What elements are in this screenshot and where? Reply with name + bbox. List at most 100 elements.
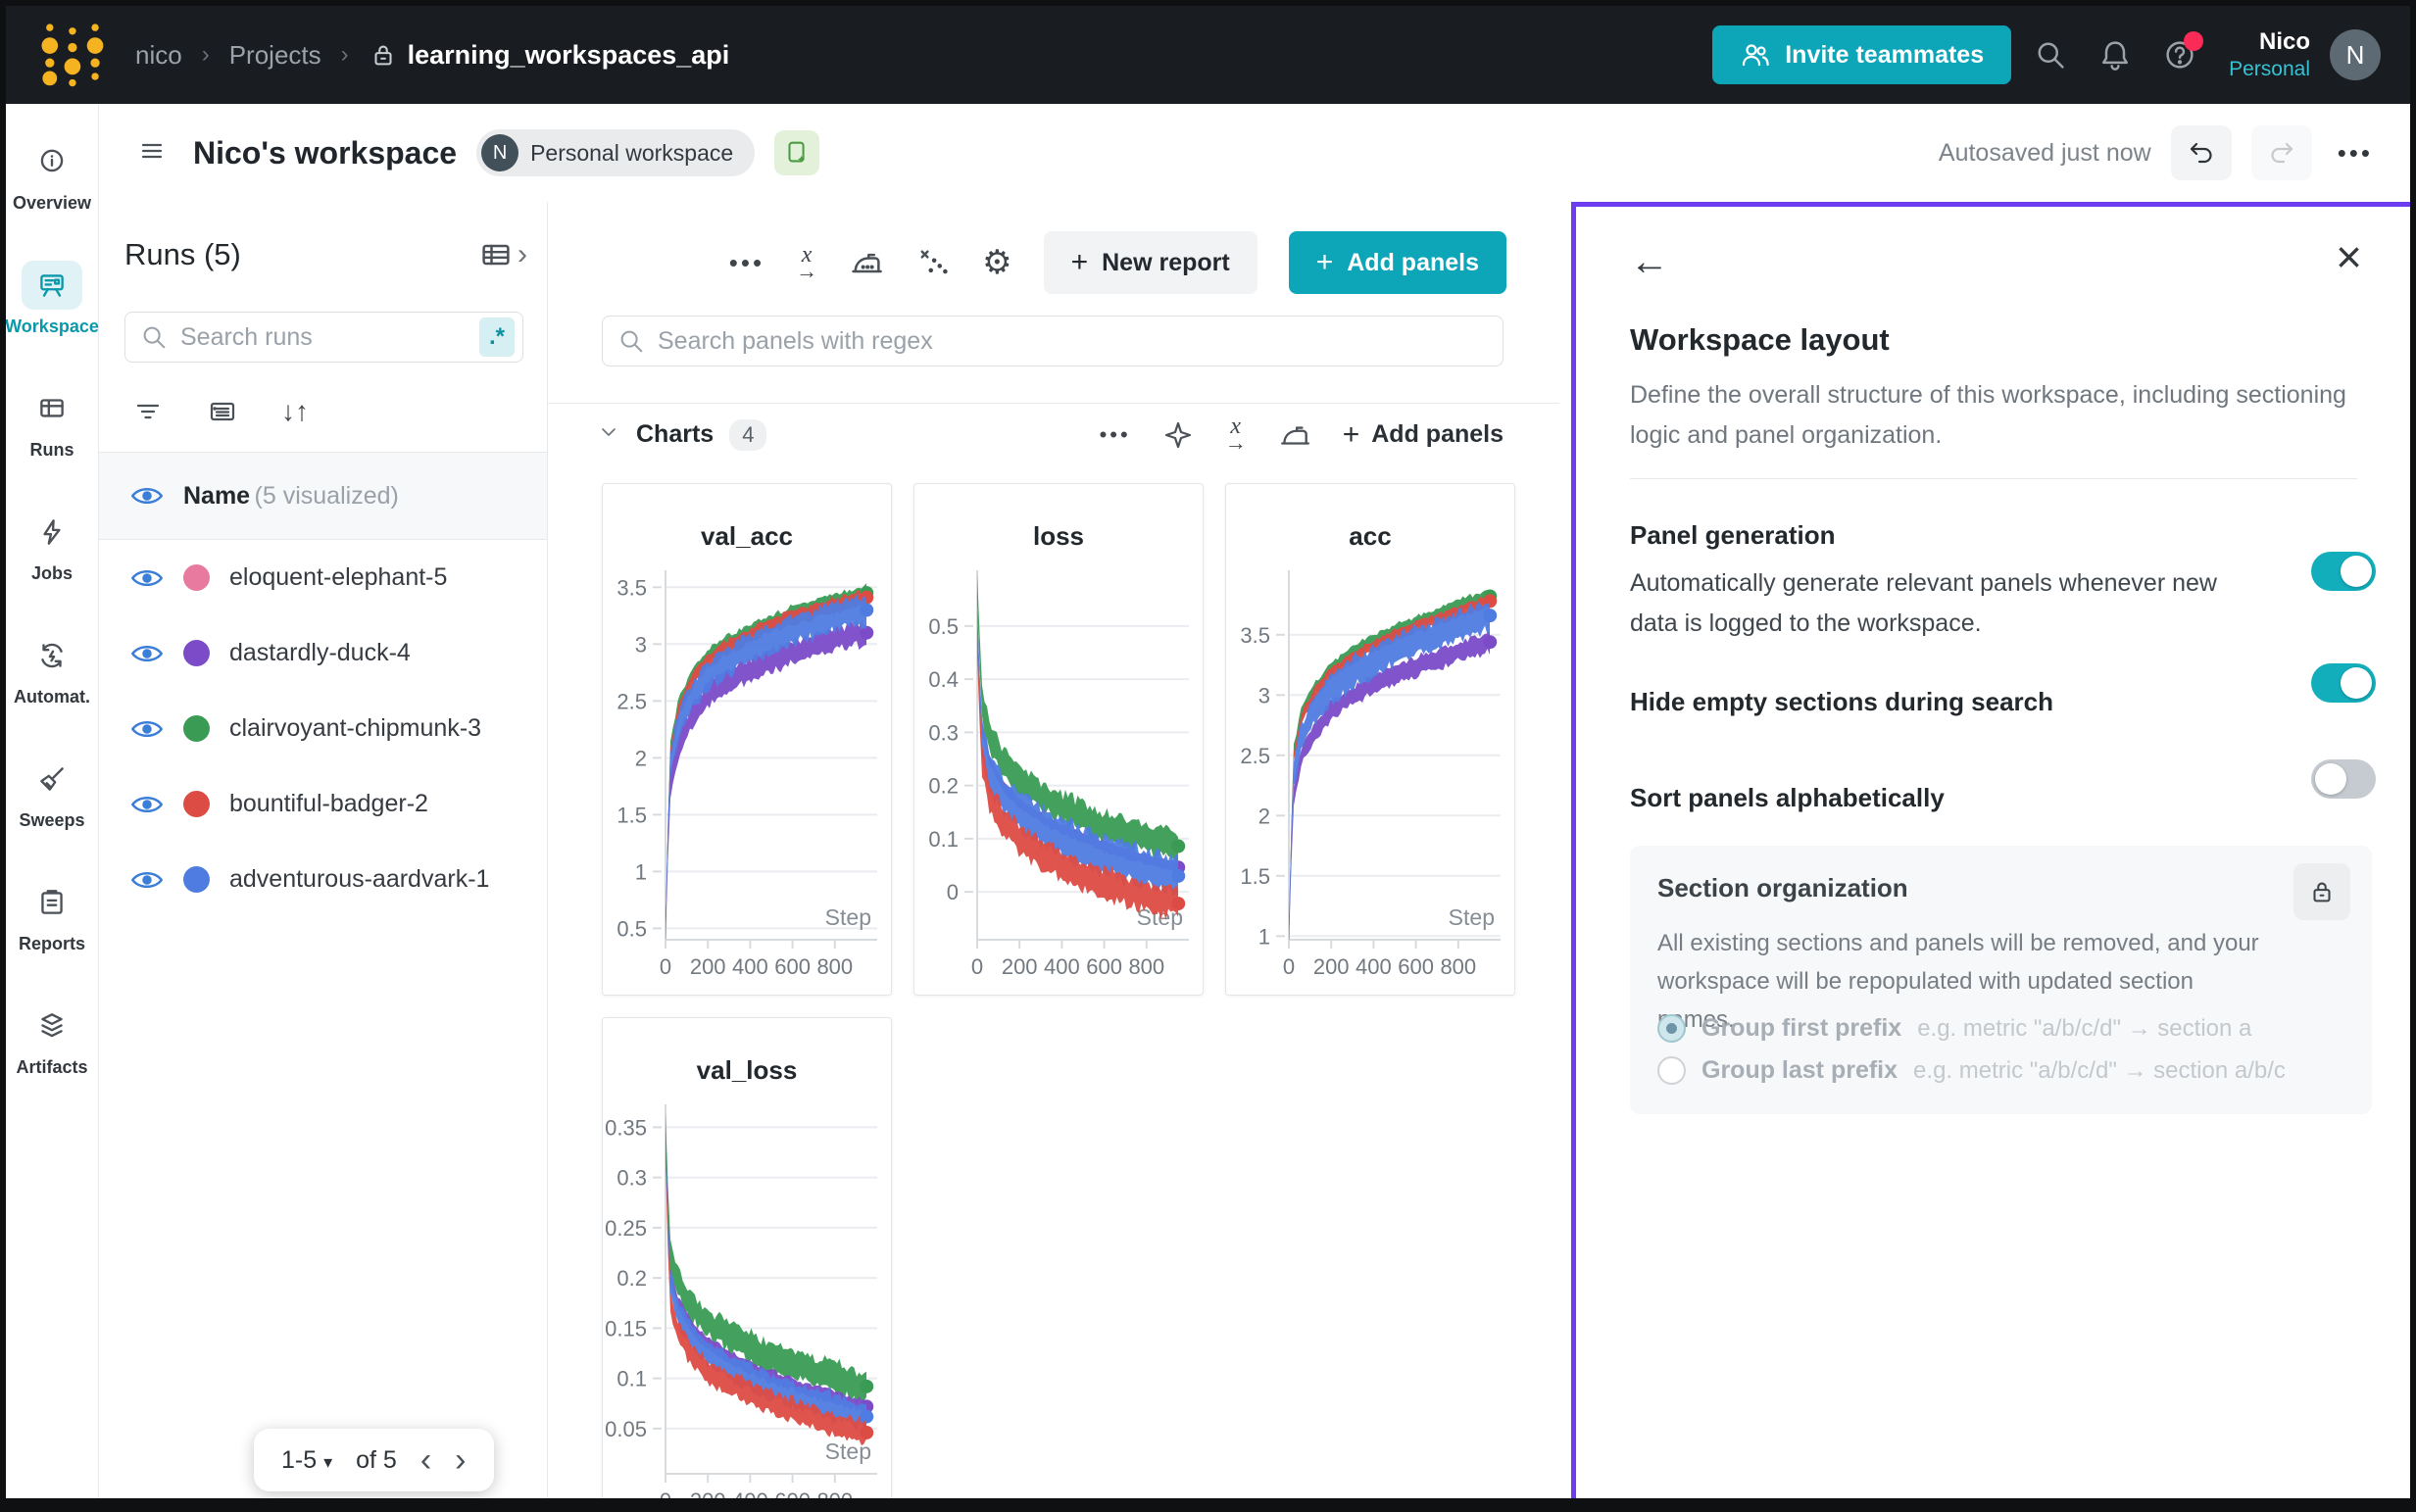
run-row[interactable]: eloquent-elephant-5	[99, 540, 547, 615]
visibility-eye-icon[interactable]	[130, 867, 164, 893]
new-report-button[interactable]: + New report	[1044, 231, 1257, 294]
svg-text:val_acc: val_acc	[701, 521, 793, 551]
notification-badge	[2184, 31, 2203, 51]
section-add-panels-button[interactable]: + Add panels	[1343, 420, 1504, 450]
lock-button[interactable]	[2293, 863, 2350, 920]
next-page-button[interactable]: ›	[455, 1443, 466, 1477]
charts-main-area: ••• x→ ⚙ + New report + Add panels	[548, 202, 1559, 1498]
wandb-logo-icon[interactable]	[35, 17, 108, 94]
invite-teammates-button[interactable]: Invite teammates	[1712, 25, 2011, 84]
collapse-section-icon[interactable]	[597, 420, 620, 449]
radio-icon[interactable]	[1657, 1056, 1686, 1085]
hide-empty-sections-toggle[interactable]	[2311, 663, 2376, 703]
svg-text:800: 800	[816, 954, 853, 979]
svg-text:800: 800	[1128, 954, 1164, 979]
radio-icon[interactable]	[1657, 1014, 1686, 1043]
visibility-eye-icon[interactable]	[130, 641, 164, 666]
page-total: of 5	[356, 1446, 397, 1475]
sidebar-item-artifacts[interactable]: Artifacts	[6, 1001, 98, 1078]
section-name[interactable]: Charts	[636, 420, 714, 449]
svg-text:200: 200	[1002, 954, 1038, 979]
visibility-eye-icon[interactable]	[130, 483, 164, 509]
prev-page-button[interactable]: ‹	[420, 1443, 431, 1477]
x-axis-settings-icon[interactable]: x→	[796, 246, 817, 280]
sort-panels-toggle[interactable]	[2311, 759, 2376, 799]
group-first-prefix-option[interactable]: Group first prefix e.g. metric "a/b/c/d"…	[1657, 1014, 2251, 1043]
run-row[interactable]: adventurous-aardvark-1	[99, 842, 547, 917]
sidebar-item-jobs[interactable]: Jobs	[6, 508, 98, 584]
back-arrow-icon[interactable]: ←	[1630, 242, 1669, 281]
toolbar-overflow-icon[interactable]: •••	[729, 248, 764, 278]
run-row[interactable]: bountiful-badger-2	[99, 766, 547, 842]
outliers-icon[interactable]	[915, 245, 951, 280]
redo-button[interactable]	[2251, 125, 2312, 180]
svg-text:2: 2	[1258, 804, 1270, 828]
plus-icon: +	[1343, 420, 1360, 450]
badge-avatar: N	[481, 134, 518, 171]
sidebar-item-workspace[interactable]: Workspace	[6, 261, 98, 337]
run-row[interactable]: dastardly-duck-4	[99, 615, 547, 691]
visibility-eye-icon[interactable]	[130, 716, 164, 742]
run-name[interactable]: clairvoyant-chipmunk-3	[229, 714, 481, 743]
help-icon[interactable]	[2154, 29, 2205, 80]
sort-panels-label: Sort panels alphabetically	[1630, 783, 1945, 813]
sort-icon[interactable]: ↓↑	[281, 396, 309, 427]
breadcrumb-account[interactable]: nico	[135, 40, 182, 71]
header-overflow-menu-icon[interactable]: •••	[2338, 138, 2373, 169]
svg-text:Step: Step	[1449, 904, 1495, 930]
settings-gear-icon[interactable]: ⚙	[982, 243, 1011, 282]
svg-text:0.2: 0.2	[616, 1266, 647, 1291]
notifications-bell-icon[interactable]	[2090, 29, 2141, 80]
close-icon[interactable]: ×	[2336, 234, 2362, 279]
panel-generation-toggle[interactable]	[2311, 552, 2376, 591]
expand-runs-table-button[interactable]: ›	[478, 237, 527, 272]
group-last-prefix-option[interactable]: Group last prefix e.g. metric "a/b/c/d" …	[1657, 1056, 2286, 1085]
run-color-dot	[183, 640, 210, 666]
sidebar-item-overview[interactable]: Overview	[6, 137, 98, 214]
automation-cycle-icon	[22, 631, 82, 680]
chart-panel-val_loss[interactable]: 0.050.10.150.20.250.30.350200400600800St…	[602, 1017, 892, 1512]
chart-panel-val_acc[interactable]: 0.511.522.533.50200400600800Stepval_acc	[602, 483, 892, 996]
sidebar-item-runs[interactable]: Runs	[6, 384, 98, 461]
runs-search-input[interactable]	[180, 323, 468, 352]
panel-search-input[interactable]	[658, 327, 1489, 356]
workspace-settings-icon[interactable]	[774, 130, 819, 175]
workspace-badge[interactable]: N Personal workspace	[476, 129, 755, 176]
avatar[interactable]: N	[2330, 29, 2381, 80]
section-overflow-icon[interactable]: •••	[1100, 422, 1131, 448]
group-list-icon[interactable]	[207, 396, 238, 427]
chart-panel-acc[interactable]: 11.522.533.50200400600800Stepacc	[1225, 483, 1515, 996]
sidebar-item-reports[interactable]: Reports	[6, 878, 98, 954]
runs-table-icon	[22, 384, 82, 433]
run-name[interactable]: eloquent-elephant-5	[229, 563, 447, 592]
regex-toggle[interactable]: .*	[479, 317, 515, 357]
svg-text:3: 3	[635, 632, 647, 657]
panel-generation-description: Automatically generate relevant panels w…	[1630, 563, 2257, 644]
user-menu[interactable]: Nico Personal	[2229, 28, 2310, 81]
section-smoothing-icon[interactable]	[1278, 418, 1311, 452]
magic-sparkle-icon[interactable]	[1162, 419, 1194, 451]
sidebar-item-automations[interactable]: Automat.	[6, 631, 98, 707]
visibility-eye-icon[interactable]	[130, 565, 164, 591]
breadcrumb-section[interactable]: Projects	[229, 40, 321, 71]
run-name[interactable]: bountiful-badger-2	[229, 790, 428, 818]
add-panels-button[interactable]: + Add panels	[1289, 231, 1506, 294]
section-x-axis-icon[interactable]: x→	[1225, 417, 1247, 452]
svg-text:0.05: 0.05	[605, 1417, 647, 1441]
search-icon[interactable]	[2025, 29, 2076, 80]
run-name[interactable]: dastardly-duck-4	[229, 639, 411, 667]
smoothing-iron-icon[interactable]	[849, 245, 884, 280]
page-range-dropdown[interactable]: 1-5 ▾	[281, 1446, 332, 1475]
visibility-eye-icon[interactable]	[130, 792, 164, 817]
collapse-sidebar-icon[interactable]	[136, 135, 168, 171]
breadcrumb-project[interactable]: learning_workspaces_api	[369, 40, 730, 71]
filter-icon[interactable]	[132, 396, 164, 427]
sidebar-item-sweeps[interactable]: Sweeps	[6, 755, 98, 831]
runs-list-header[interactable]: Name (5 visualized)	[99, 452, 547, 540]
run-row[interactable]: clairvoyant-chipmunk-3	[99, 691, 547, 766]
run-name[interactable]: adventurous-aardvark-1	[229, 865, 489, 894]
svg-text:0.5: 0.5	[928, 614, 959, 639]
chart-panel-loss[interactable]: 00.10.20.30.40.50200400600800Steploss	[913, 483, 1204, 996]
undo-button[interactable]	[2171, 125, 2232, 180]
svg-text:600: 600	[1086, 954, 1122, 979]
